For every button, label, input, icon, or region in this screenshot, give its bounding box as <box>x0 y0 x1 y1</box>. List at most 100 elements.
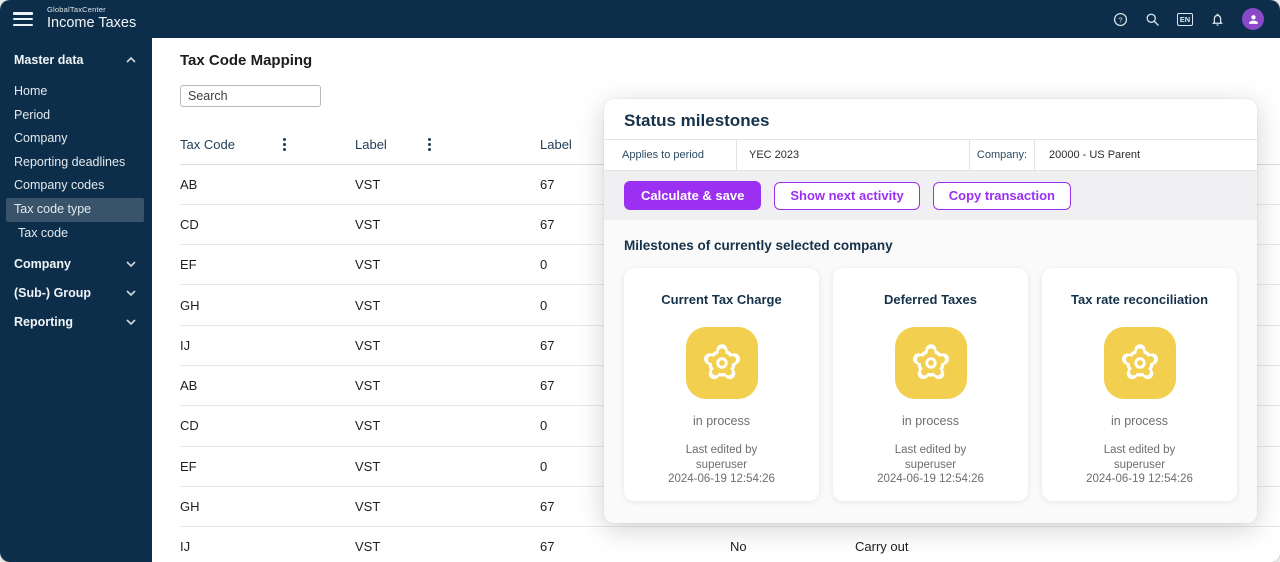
sidebar-section-sub-group[interactable]: (Sub-) Group <box>0 278 152 307</box>
sidebar-section-label: Company <box>14 257 71 271</box>
milestone-title: Current Tax Charge <box>661 292 781 307</box>
milestone-card-current-tax-charge: Current Tax Chargein processLast edited … <box>624 268 819 501</box>
cell-tax-code: EF <box>180 446 355 486</box>
sidebar-section-label: Master data <box>14 53 83 67</box>
cell-value: 67 <box>540 527 730 562</box>
status-milestones-dialog: Status milestones Applies to period YEC … <box>604 99 1257 523</box>
show-next-activity-button[interactable]: Show next activity <box>774 182 919 210</box>
column-label: Tax Code <box>180 137 235 152</box>
milestone-status: in process <box>902 414 959 428</box>
brand-name: GlobalTaxCenter <box>47 6 136 14</box>
dialog-title: Status milestones <box>604 99 1257 140</box>
notifications-icon[interactable] <box>1210 12 1225 27</box>
milestone-title: Deferred Taxes <box>884 292 977 307</box>
period-label: Applies to period <box>604 140 737 170</box>
last-edited-at: 2024-06-19 12:54:26 <box>877 472 984 487</box>
account-icon[interactable] <box>1242 8 1264 30</box>
milestone-status-button[interactable] <box>895 327 967 399</box>
sidebar-item-tax-code-type[interactable]: Tax code type <box>6 198 144 222</box>
app-title: Income Taxes <box>47 16 136 32</box>
column-menu-icon[interactable] <box>281 136 288 153</box>
app-window: GlobalTaxCenter Income Taxes ? EN Master… <box>0 0 1280 562</box>
milestone-last-edited: Last edited bysuperuser2024-06-19 12:54:… <box>1086 443 1193 487</box>
milestone-card-tax-rate-reconciliation: Tax rate reconciliation in process Last ed… <box>1042 268 1237 501</box>
cell-flag: No <box>730 527 855 562</box>
language-icon[interactable]: EN <box>1177 13 1193 26</box>
dialog-body: Milestones of currently selected company… <box>604 220 1257 523</box>
sidebar-section-label: (Sub-) Group <box>14 286 91 300</box>
period-value[interactable]: YEC 2023 <box>737 140 970 170</box>
sidebar-section-label: Reporting <box>14 315 73 329</box>
milestone-last-edited: Last edited bysuperuser2024-06-19 12:54:… <box>668 443 775 487</box>
company-value[interactable]: 20000 - US Parent <box>1035 140 1257 170</box>
topbar-icons: ? EN <box>1113 8 1264 30</box>
svg-text:?: ? <box>1118 15 1122 24</box>
last-edited-by: superuser <box>1086 458 1193 473</box>
milestones-section-title: Milestones of currently selected company <box>624 238 1237 253</box>
page-title: Tax Code Mapping <box>180 52 1280 69</box>
milestone-title: Tax rate reconciliation <box>1071 292 1208 307</box>
cell-label: VST <box>355 245 540 285</box>
cell-label: VST <box>355 446 540 486</box>
sidebar-master-items: HomePeriodCompanyReporting deadlinesComp… <box>0 80 152 245</box>
sidebar-section-reporting[interactable]: Reporting <box>0 307 152 336</box>
gear-icon <box>700 341 744 385</box>
sidebar-item-reporting-deadlines[interactable]: Reporting deadlines <box>6 151 144 175</box>
column-header-tax-code-0[interactable]: Tax Code <box>180 125 355 164</box>
milestone-card-deferred-taxes: Deferred Taxes in process Last edited bysu… <box>833 268 1028 501</box>
cell-label: VST <box>355 527 540 562</box>
copy-transaction-button[interactable]: Copy transaction <box>933 182 1071 210</box>
cell-tax-code: EF <box>180 245 355 285</box>
cell-tax-code: GH <box>180 486 355 526</box>
chevron-up-icon <box>126 57 136 63</box>
menu-icon[interactable] <box>13 12 33 26</box>
last-edited-by: superuser <box>668 458 775 473</box>
last-edited-at: 2024-06-19 12:54:26 <box>1086 472 1193 487</box>
last-edited-label: Last edited by <box>1086 443 1193 458</box>
sidebar-section-master-data[interactable]: Master data <box>0 50 152 70</box>
column-label: Label <box>355 137 387 152</box>
sidebar-item-company-codes[interactable]: Company codes <box>6 174 144 198</box>
brand: GlobalTaxCenter Income Taxes <box>47 6 136 31</box>
sidebar-item-company[interactable]: Company <box>6 127 144 151</box>
column-menu-icon[interactable] <box>426 136 433 153</box>
help-icon[interactable]: ? <box>1113 12 1128 27</box>
sidebar-item-period[interactable]: Period <box>6 104 144 128</box>
milestone-status-button[interactable] <box>686 327 758 399</box>
milestone-cards: Current Tax Charge in process Last edited … <box>624 268 1237 501</box>
cell-tax-code: AB <box>180 164 355 204</box>
table-row[interactable]: IJVST67NoCarry out <box>180 527 1280 562</box>
cell-label: VST <box>355 486 540 526</box>
cell-label: VST <box>355 406 540 446</box>
gear-icon <box>1118 341 1162 385</box>
top-bar: GlobalTaxCenter Income Taxes ? EN <box>0 0 1280 38</box>
last-edited-by: superuser <box>877 458 984 473</box>
company-label: Company: <box>970 140 1035 170</box>
cell-label: VST <box>355 164 540 204</box>
milestone-last-edited: Last edited bysuperuser2024-06-19 12:54:… <box>877 443 984 487</box>
calculate-save-button[interactable]: Calculate & save <box>624 181 761 210</box>
sidebar-section-company[interactable]: Company <box>0 249 152 278</box>
column-label: Label <box>540 137 572 152</box>
cell-tax-code: AB <box>180 365 355 405</box>
milestone-status-button[interactable] <box>1104 327 1176 399</box>
chevron-down-icon <box>126 319 136 325</box>
cell-tax-code: IJ <box>180 325 355 365</box>
cell-tax-code: CD <box>180 406 355 446</box>
cell-label: VST <box>355 365 540 405</box>
milestone-status: in process <box>1111 414 1168 428</box>
last-edited-label: Last edited by <box>877 443 984 458</box>
sidebar-item-tax-code[interactable]: Tax code <box>6 222 144 246</box>
sidebar-item-home[interactable]: Home <box>6 80 144 104</box>
cell-label: VST <box>355 204 540 244</box>
column-header-label-1[interactable]: Label <box>355 125 540 164</box>
cell-label: VST <box>355 285 540 325</box>
sidebar: Master data HomePeriodCompanyReporting d… <box>0 38 152 562</box>
search-input[interactable] <box>180 85 321 107</box>
chevron-down-icon <box>126 290 136 296</box>
cell-action[interactable]: Carry out <box>855 527 1280 562</box>
search-icon[interactable] <box>1145 12 1160 27</box>
dialog-actions: Calculate & save Show next activity Copy t… <box>604 171 1257 220</box>
gear-icon <box>909 341 953 385</box>
cell-tax-code: CD <box>180 204 355 244</box>
